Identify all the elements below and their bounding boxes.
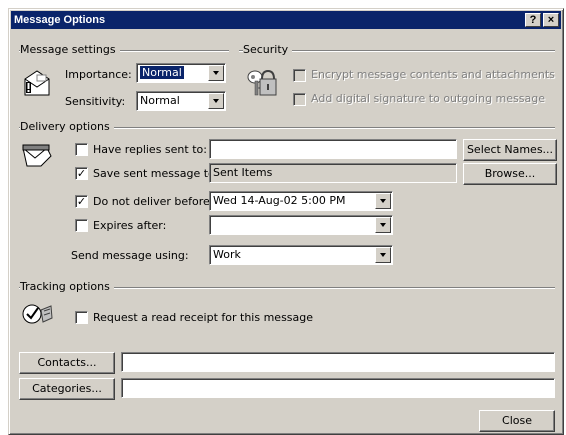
security-heading: Security [243, 43, 293, 56]
do-not-deliver-checkbox[interactable]: ✓ [75, 195, 88, 208]
sensitivity-value: Normal [140, 94, 180, 107]
window-title: Message Options [14, 14, 106, 26]
categories-field[interactable] [121, 378, 555, 398]
envelope-delivery-icon [22, 144, 52, 167]
importance-select[interactable]: Normal [136, 63, 226, 83]
have-replies-label: Have replies sent to: [93, 143, 207, 156]
chevron-down-icon[interactable] [375, 193, 391, 209]
select-names-button[interactable]: Select Names... [463, 139, 557, 161]
delivery-options-heading: Delivery options [20, 120, 114, 133]
close-button[interactable]: Close [479, 410, 555, 432]
contacts-button[interactable]: Contacts... [19, 352, 115, 374]
chevron-down-icon[interactable] [208, 93, 224, 109]
read-receipt-icon [22, 304, 53, 324]
save-sent-checkbox[interactable]: ✓ [75, 167, 88, 180]
do-not-deliver-value: Wed 14-Aug-02 5:00 PM [213, 194, 346, 207]
tracking-options-heading: Tracking options [20, 280, 114, 293]
encrypt-label: Encrypt message contents and attachments [311, 68, 555, 81]
sensitivity-label: Sensitivity: [65, 95, 126, 108]
title-bar: Message Options ? × [11, 11, 561, 29]
sensitivity-select[interactable]: Normal [136, 91, 226, 111]
help-button[interactable]: ? [525, 13, 541, 27]
expires-select[interactable] [209, 215, 393, 235]
close-icon: × [547, 14, 555, 26]
digital-signature-checkbox[interactable] [293, 93, 306, 106]
do-not-deliver-label: Do not deliver before: [93, 195, 214, 208]
send-using-select[interactable]: Work [209, 245, 393, 265]
do-not-deliver-select[interactable]: Wed 14-Aug-02 5:00 PM [209, 191, 393, 211]
message-settings-heading: Message settings [20, 43, 120, 56]
contacts-field[interactable] [121, 352, 555, 372]
save-sent-field[interactable]: Sent Items [209, 163, 457, 183]
chevron-down-icon[interactable] [375, 217, 391, 233]
chevron-down-icon[interactable] [375, 247, 391, 263]
digital-signature-label: Add digital signature to outgoing messag… [311, 92, 545, 105]
browse-button[interactable]: Browse... [463, 163, 557, 185]
importance-label: Importance: [65, 68, 132, 81]
send-using-value: Work [213, 248, 241, 261]
close-window-button[interactable]: × [543, 13, 559, 27]
have-replies-field[interactable] [209, 139, 457, 159]
envelope-importance-icon [24, 70, 50, 96]
send-using-label: Send message using: [71, 249, 189, 262]
have-replies-checkbox[interactable] [75, 143, 88, 156]
lock-key-icon [247, 69, 277, 96]
encrypt-checkbox[interactable] [293, 69, 306, 82]
save-sent-label: Save sent message to: [93, 167, 219, 180]
importance-value: Normal [140, 66, 184, 79]
read-receipt-label: Request a read receipt for this message [93, 311, 314, 324]
help-icon: ? [529, 14, 537, 26]
expires-checkbox[interactable] [75, 219, 88, 232]
expires-label: Expires after: [93, 219, 167, 232]
message-options-dialog: Message Options ? × Message settings Imp… [8, 8, 564, 435]
read-receipt-checkbox[interactable] [75, 311, 88, 324]
categories-button[interactable]: Categories... [19, 378, 115, 400]
chevron-down-icon[interactable] [208, 65, 224, 81]
